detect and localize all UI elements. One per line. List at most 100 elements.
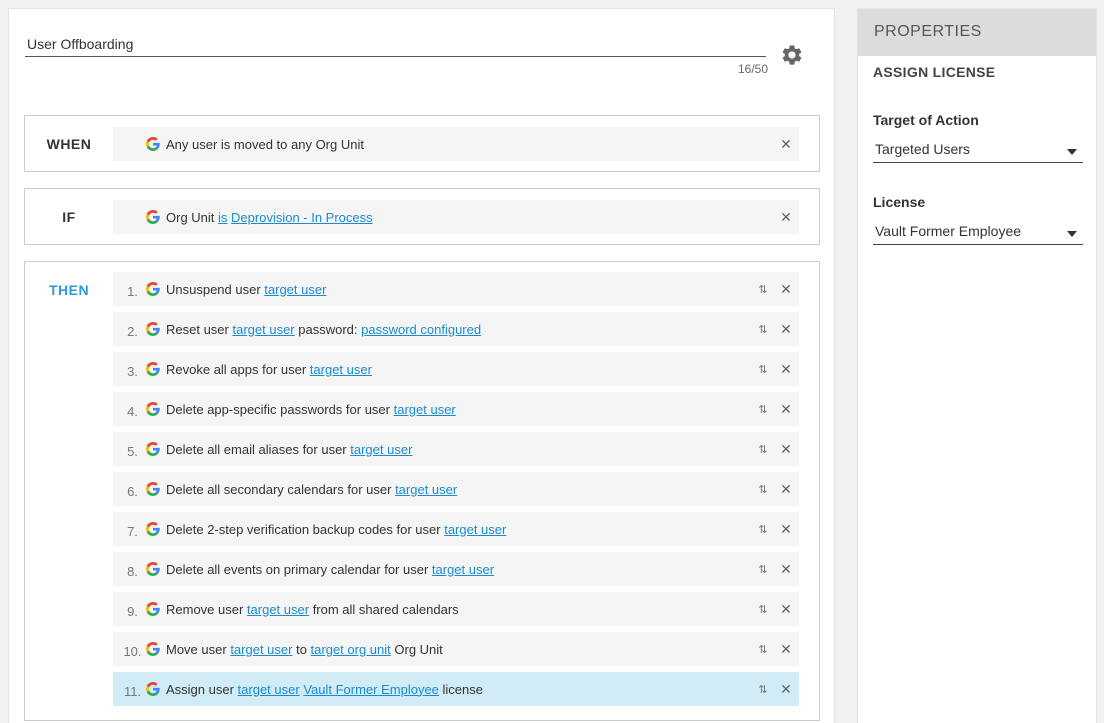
action-text: from all shared calendars [309,601,459,617]
action-row[interactable]: 4. Delete app-specific passwords for user… [113,392,799,426]
parameter-link[interactable]: target user [310,362,372,377]
parameter-link[interactable]: password configured [361,322,481,337]
action-number: 7. [127,523,138,539]
parameter-link[interactable]: is [218,210,227,225]
parameter-link[interactable]: target user [264,282,326,297]
reorder-arrows-icon[interactable]: ⇅ [755,523,771,536]
action-row[interactable]: 7. Delete 2-step verification backup code… [113,512,799,546]
action-number: 10. [123,643,142,659]
action-number: 8. [127,563,138,579]
close-icon[interactable]: ✕ [775,601,797,618]
reorder-arrows-icon[interactable]: ⇅ [755,323,771,336]
action-text: Assign user [166,681,238,697]
close-icon[interactable]: ✕ [775,209,797,226]
action-text: Delete all events on primary calendar fo… [166,561,432,577]
action-text: Revoke all apps for user target user [166,362,755,377]
action-text: to [292,641,311,657]
close-icon[interactable]: ✕ [775,136,797,153]
reorder-arrows-icon[interactable]: ⇅ [755,403,771,416]
when-condition-row[interactable]: Any user is moved to any Org Unit ✕ [113,127,799,161]
action-row[interactable]: 1. Unsuspend user target user ⇅ ✕ [113,272,799,306]
close-icon[interactable]: ✕ [775,361,797,378]
google-g-icon [146,210,160,224]
action-text: password: [294,321,362,337]
action-row[interactable]: 2. Reset user target user password: passw… [113,312,799,346]
google-g-icon [146,282,160,296]
parameter-link[interactable]: target user [350,442,412,457]
action-row[interactable]: 5. Delete all email aliases for user targ… [113,432,799,466]
parameter-link[interactable]: target org unit [311,642,391,657]
action-number: 3. [127,363,138,379]
close-icon[interactable]: ✕ [775,561,797,578]
action-text: Delete all secondary calendars for user … [166,482,755,497]
action-text: license [438,681,483,697]
action-row[interactable]: 9. Remove user target user from all share… [113,592,799,626]
parameter-link[interactable]: target user [230,642,292,657]
if-section: IF Org Unit is Deprovision - In Process … [24,188,820,245]
action-text: Org Unit [390,641,443,657]
chevron-down-icon [1067,149,1077,155]
action-text: Reset user target user password: passwor… [166,322,755,337]
license-value: Vault Former Employee [875,223,1022,239]
parameter-link[interactable]: target user [395,482,457,497]
parameter-link[interactable]: Deprovision - In Process [231,210,373,225]
action-row[interactable]: 10. Move user target user to target org u… [113,632,799,666]
chevron-down-icon [1067,231,1077,237]
action-text: Remove user [166,601,247,617]
action-text: Delete all email aliases for user target… [166,442,755,457]
workflow-editor-panel: 16/50 WHEN Any user is moved to any Org … [8,8,835,723]
action-row[interactable]: 8. Delete all events on primary calendar … [113,552,799,586]
parameter-link[interactable]: target user [232,322,294,337]
action-text: Delete 2-step verification backup codes … [166,521,445,537]
close-icon[interactable]: ✕ [775,681,797,698]
close-icon[interactable]: ✕ [775,521,797,538]
reorder-arrows-icon[interactable]: ⇅ [755,363,771,376]
action-text: Delete app-specific passwords for user t… [166,402,755,417]
google-g-icon [146,642,160,656]
action-number: 6. [127,483,138,499]
close-icon[interactable]: ✕ [775,441,797,458]
action-number: 2. [127,323,138,339]
license-select[interactable]: Vault Former Employee [873,221,1083,245]
license-label: License [873,194,926,210]
parameter-link[interactable]: Vault Former Employee [303,682,439,697]
action-row[interactable]: 11. Assign user target user Vault Former … [113,672,799,706]
parameter-link[interactable]: target user [247,602,309,617]
close-icon[interactable]: ✕ [775,281,797,298]
google-g-icon [146,442,160,456]
close-icon[interactable]: ✕ [775,481,797,498]
reorder-arrows-icon[interactable]: ⇅ [755,443,771,456]
parameter-link[interactable]: target user [394,402,456,417]
google-g-icon [146,362,160,376]
reorder-arrows-icon[interactable]: ⇅ [755,603,771,616]
reorder-arrows-icon[interactable]: ⇅ [755,643,771,656]
if-condition-row[interactable]: Org Unit is Deprovision - In Process ✕ [113,200,799,234]
action-text: Reset user [166,321,233,337]
reorder-arrows-icon[interactable]: ⇅ [755,283,771,296]
reorder-arrows-icon[interactable]: ⇅ [755,563,771,576]
reorder-arrows-icon[interactable]: ⇅ [755,683,771,696]
action-number: 1. [127,283,138,299]
gear-icon[interactable] [780,43,804,67]
title-char-counter: 16/50 [737,62,768,76]
action-text: Unsuspend user [166,281,265,297]
action-text: Remove user target user from all shared … [166,602,755,617]
parameter-link[interactable]: target user [432,562,494,577]
reorder-arrows-icon[interactable]: ⇅ [755,483,771,496]
then-label: THEN [48,282,90,298]
action-text: Move user target user to target org unit… [166,642,755,657]
action-row[interactable]: 3. Revoke all apps for user target user ⇅ ✕ [113,352,799,386]
action-text: Move user [166,641,231,657]
properties-subtitle: ASSIGN LICENSE [873,64,996,80]
workflow-title-input[interactable] [25,32,766,57]
action-row[interactable]: 6. Delete all secondary calendars for use… [113,472,799,506]
target-of-action-select[interactable]: Targeted Users [873,139,1083,163]
close-icon[interactable]: ✕ [775,641,797,658]
parameter-link[interactable]: target user [444,522,506,537]
close-icon[interactable]: ✕ [775,321,797,338]
action-text: Delete all events on primary calendar fo… [166,562,755,577]
parameter-link[interactable]: target user [238,682,300,697]
close-icon[interactable]: ✕ [775,401,797,418]
when-label: WHEN [46,136,92,152]
action-text: Delete all secondary calendars for user [166,481,396,497]
